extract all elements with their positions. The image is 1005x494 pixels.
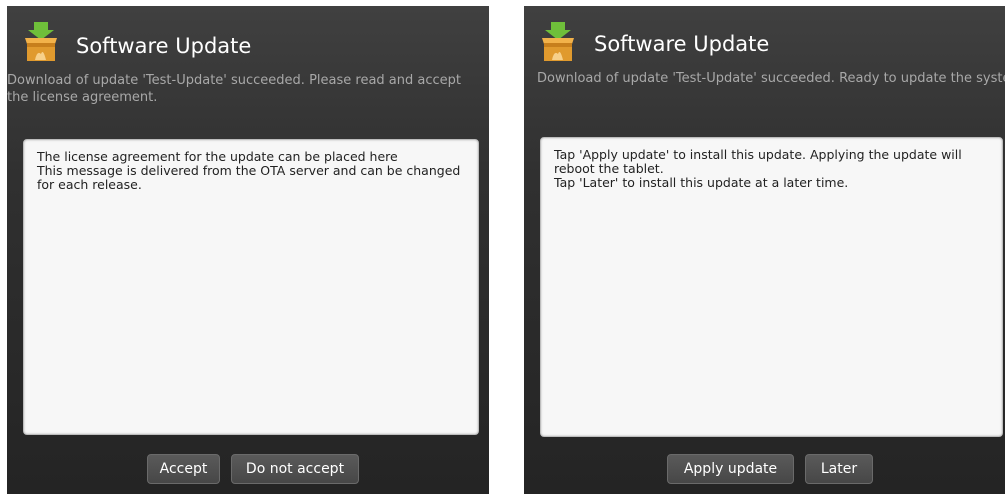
content-line: This message is delivered from the OTA s… xyxy=(37,163,461,192)
do-not-accept-button[interactable]: Do not accept xyxy=(231,454,359,484)
license-agreement-box[interactable]: The license agreement for the update can… xyxy=(23,139,479,435)
package-download-icon xyxy=(538,20,578,64)
accept-button[interactable]: Accept xyxy=(147,454,220,484)
apply-update-dialog: Software Update Download of update 'Test… xyxy=(524,6,1005,494)
dialog-title: Software Update xyxy=(594,32,770,56)
content-line: The license agreement for the update can… xyxy=(37,149,398,164)
later-button[interactable]: Later xyxy=(805,454,873,484)
content-line: Tap 'Apply update' to install this updat… xyxy=(554,147,962,176)
dialog-title-bar: Software Update xyxy=(524,20,1005,76)
update-info-box[interactable]: Tap 'Apply update' to install this updat… xyxy=(540,137,1003,437)
license-dialog: Software Update Download of update 'Test… xyxy=(7,6,489,494)
package-download-icon xyxy=(21,20,61,64)
apply-update-button[interactable]: Apply update xyxy=(667,454,794,484)
content-line: Tap 'Later' to install this update at a … xyxy=(554,175,849,190)
dialog-title: Software Update xyxy=(76,34,252,58)
dialog-title-bar: Software Update xyxy=(7,20,489,76)
dialog-message: Download of update 'Test-Update' succeed… xyxy=(7,73,461,105)
dialog-message: Download of update 'Test-Update' succeed… xyxy=(537,71,1005,86)
